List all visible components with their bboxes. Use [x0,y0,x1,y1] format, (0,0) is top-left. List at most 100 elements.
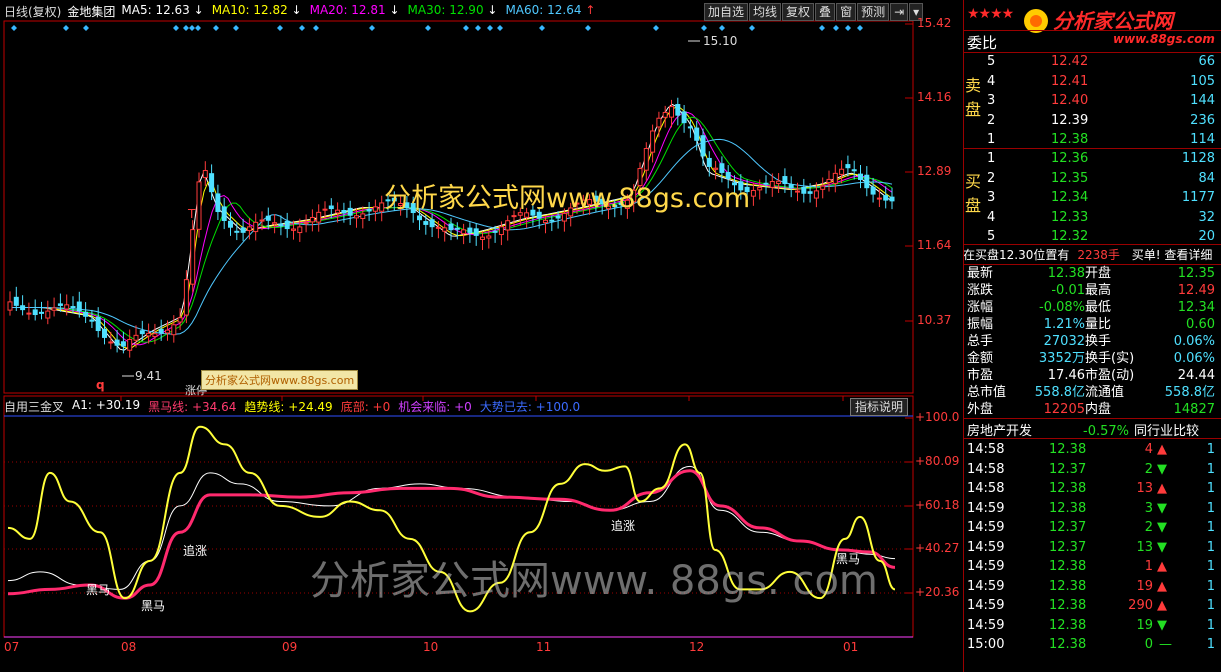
candlestick[interactable] [656,111,662,138]
candlestick[interactable] [480,231,485,250]
signal-diamond-icon [277,25,283,31]
tick-volume: 2 [1144,461,1153,477]
order-notice[interactable]: 在买盘12.30位置有 2238手 买单! 查看详细 [963,246,1221,265]
candlestick[interactable] [316,204,322,232]
stat-label: 振幅 [967,317,994,332]
candlestick[interactable] [473,223,479,246]
candlestick[interactable] [284,212,290,238]
candlestick[interactable] [366,202,372,221]
candlestick[interactable] [467,222,473,243]
candlestick[interactable] [461,223,467,245]
notice-link[interactable]: 查看详细 [1164,248,1212,262]
candlestick[interactable] [662,105,668,128]
candlestick[interactable] [253,213,259,241]
candlestick[interactable] [858,165,863,189]
sell-order-row[interactable]: 5 12.42 66 [963,52,1221,71]
candlestick[interactable] [423,215,429,235]
sell-order-row[interactable]: 2 12.39 236 [963,111,1221,130]
candlestick[interactable] [45,300,51,325]
ma-legend-item: MA5: 12.63 ↓ [121,3,204,17]
candlestick[interactable] [190,220,196,293]
buy-order-row[interactable]: 4 12.33 32 [963,208,1221,227]
candlestick[interactable] [7,291,13,316]
candlestick[interactable] [240,218,246,242]
candlestick[interactable] [820,177,826,199]
sell-order-row[interactable]: 4 12.41 105 [963,72,1221,91]
toolbar-button[interactable]: 加自选 [704,3,749,21]
candlestick[interactable] [335,202,341,223]
indicator-name[interactable]: 自用三金叉 [4,398,64,416]
toolbar-button[interactable]: 复权 [782,3,815,21]
candlestick[interactable] [448,217,454,241]
candlestick[interactable] [272,214,278,234]
indicator-tick-label: +60.18 [915,498,960,512]
candlestick[interactable] [429,213,435,238]
sell-order-row[interactable]: 1 12.38 114 [963,130,1221,149]
toolbar-button[interactable]: 叠 [815,3,836,21]
candlestick[interactable] [158,319,164,341]
signal-diamond-icon [719,25,725,31]
candlestick[interactable] [83,302,89,323]
candlestick[interactable] [883,186,889,209]
order-ratio-label: 委比 [967,34,998,52]
buy-order-row[interactable]: 1 12.36 1128 [963,149,1221,168]
candlestick[interactable] [102,319,107,345]
toolbar-button[interactable]: 均线 [749,3,782,21]
candlestick[interactable] [876,188,882,208]
sell-order-row[interactable]: 3 12.40 144 [963,91,1221,110]
candlestick[interactable] [776,173,782,193]
candlestick[interactable] [864,166,870,197]
candlestick[interactable] [826,170,832,192]
order-volume: 1128 [1181,151,1215,166]
tick-volume: 3 [1144,500,1153,516]
candlestick[interactable] [39,301,44,320]
candlestick[interactable] [681,105,687,133]
candlestick[interactable] [801,178,807,203]
candlestick[interactable] [215,184,221,221]
stat-label: 总手 [967,334,994,349]
time-tick-label: 11 [536,640,552,654]
candlestick[interactable] [278,215,284,236]
candlestick[interactable] [643,142,649,181]
up-arrow-icon: ▲ [1157,442,1167,457]
candlestick[interactable] [51,297,57,317]
candlestick[interactable] [750,182,756,206]
candlestick[interactable] [183,270,189,324]
stat-value: 12.38 [1047,266,1085,281]
tick-count: 1 [1206,539,1215,555]
signal-diamond-icon [213,25,219,31]
buy-order-row[interactable]: 2 12.35 84 [963,169,1221,188]
stat-value: 17.46 [1047,368,1085,383]
buy-order-row[interactable]: 3 12.34 1177 [963,188,1221,207]
candlestick[interactable] [20,295,26,316]
tick-volume: 0 [1144,637,1153,652]
candlestick[interactable] [505,215,511,241]
candlestick[interactable] [372,199,378,222]
candlestick[interactable] [32,299,38,321]
candlestick[interactable] [675,97,681,126]
candlestick[interactable] [202,161,208,186]
candlestick[interactable] [435,220,441,239]
period-label[interactable]: 日线(复权) [4,3,61,21]
price-tick-label: 10.37 [917,313,952,327]
candlestick[interactable] [209,164,215,201]
indicator-help-button[interactable]: 指标说明 [850,398,909,416]
candlestick[interactable] [347,200,353,226]
candlestick[interactable] [650,124,656,163]
candlestick[interactable] [442,221,448,242]
candlestick[interactable] [303,214,309,233]
candlestick[interactable] [788,176,794,198]
toolbar-button[interactable]: 窗 [836,3,857,21]
stat-value: 12205 [1043,402,1085,417]
toolbar-button[interactable]: 预测 [857,3,890,21]
candlestick[interactable] [309,209,315,232]
candlestick[interactable] [127,329,133,358]
indicator-done: 大势已去: +100.0 [479,400,581,414]
candlestick[interactable] [763,175,769,194]
order-level: 5 [987,54,996,69]
candlestick[interactable] [221,197,227,230]
candlestick[interactable] [196,172,202,238]
toolbar-button[interactable]: ⇥ [890,3,909,21]
candlestick[interactable] [26,302,32,320]
candlestick[interactable] [832,164,838,193]
